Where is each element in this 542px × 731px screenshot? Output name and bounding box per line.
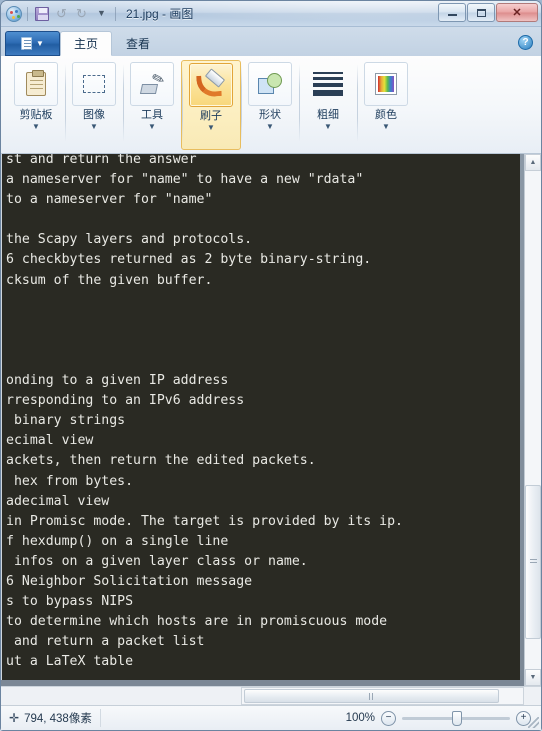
- ribbon-group-clipboard[interactable]: 剪贴板 ▼: [7, 60, 65, 148]
- chevron-down-icon[interactable]: ▼: [266, 123, 274, 131]
- chevron-down-icon[interactable]: ▼: [90, 123, 98, 131]
- clipboard-icon[interactable]: [14, 62, 58, 106]
- horizontal-scroll-thumb[interactable]: [244, 689, 499, 703]
- vertical-scroll-track[interactable]: [525, 171, 541, 669]
- zoom-slider-thumb[interactable]: [452, 710, 462, 726]
- ribbon-group-size-label: 粗细: [317, 109, 339, 121]
- help-icon[interactable]: ?: [518, 35, 533, 50]
- ribbon-group-brushes[interactable]: 刷子 ▼: [181, 60, 241, 150]
- ribbon-group-tools[interactable]: 工具 ▼: [123, 60, 181, 148]
- qat-divider: [27, 6, 28, 21]
- undo-arrow-icon[interactable]: ↺: [53, 5, 70, 22]
- zoom-level-label: 100%: [345, 712, 375, 724]
- chevron-down-icon[interactable]: ▼: [32, 123, 40, 131]
- chevron-down-icon[interactable]: ▼: [93, 5, 110, 22]
- ribbon-group-size[interactable]: 粗细 ▼: [299, 60, 357, 148]
- horizontal-scrollbar[interactable]: [241, 687, 524, 705]
- redo-arrow-icon[interactable]: ↻: [73, 5, 90, 22]
- title-bar: ↺ ↻ ▼ 21.jpg - 画图 ✕: [1, 1, 541, 27]
- line-thickness-icon[interactable]: [306, 62, 350, 106]
- ribbon-group-shapes[interactable]: 形状 ▼: [241, 60, 299, 148]
- file-menu-icon: [21, 37, 33, 50]
- qat-divider-2: [115, 6, 116, 21]
- ribbon-group-image[interactable]: 图像 ▼: [65, 60, 123, 148]
- horizontal-scrollbar-row: [1, 686, 541, 705]
- color-palette-icon[interactable]: [364, 62, 408, 106]
- tab-view[interactable]: 查看: [112, 31, 164, 56]
- status-bar: ✛ 794, 438像素 100% − +: [1, 705, 541, 730]
- floppy-disk-icon[interactable]: [33, 5, 50, 22]
- resize-grip[interactable]: [528, 717, 539, 728]
- chevron-down-icon[interactable]: ▼: [148, 123, 156, 131]
- paintbrush-icon[interactable]: [189, 63, 233, 107]
- tab-view-label: 查看: [126, 37, 151, 51]
- chevron-down-icon[interactable]: ▼: [382, 123, 390, 131]
- ribbon-group-tools-label: 工具: [141, 109, 163, 121]
- minimize-button[interactable]: [438, 3, 466, 22]
- tab-home-label: 主页: [74, 37, 99, 51]
- file-menu-button[interactable]: ▼: [5, 31, 60, 56]
- maximize-button[interactable]: [467, 3, 495, 22]
- status-divider: [99, 709, 101, 727]
- tab-home[interactable]: 主页: [60, 31, 113, 56]
- window-controls: ✕: [438, 3, 538, 22]
- paint-window: ↺ ↻ ▼ 21.jpg - 画图 ✕ ▼ 主页 查看 ? 剪贴板 ▼ 图像 ▼…: [0, 0, 542, 731]
- selection-rectangle-icon[interactable]: [72, 62, 116, 106]
- chevron-down-icon: ▼: [36, 39, 44, 48]
- close-button[interactable]: ✕: [496, 3, 538, 22]
- scrollbar-spacer: [1, 687, 241, 705]
- zoom-controls: 100% − +: [345, 710, 541, 726]
- ribbon-panel: 剪贴板 ▼ 图像 ▼ 工具 ▼ 刷子 ▼ 形状 ▼ 粗细: [1, 56, 541, 154]
- ribbon-group-clipboard-label: 剪贴板: [19, 109, 53, 121]
- scroll-up-button[interactable]: ▲: [525, 154, 541, 171]
- zoom-slider-track[interactable]: [402, 710, 510, 726]
- image-canvas[interactable]: st and return the answer a nameserver fo…: [1, 154, 520, 680]
- ribbon-group-colors[interactable]: 颜色 ▼: [357, 60, 415, 148]
- work-area: st and return the answer a nameserver fo…: [1, 154, 541, 686]
- ribbon-group-image-label: 图像: [83, 109, 105, 121]
- move-cursor-icon: ✛: [9, 711, 20, 725]
- window-title: 21.jpg - 画图: [126, 7, 194, 21]
- ribbon-group-shapes-label: 形状: [259, 109, 281, 121]
- chevron-down-icon[interactable]: ▼: [324, 123, 332, 131]
- chevron-down-icon[interactable]: ▼: [207, 124, 215, 132]
- image-dimensions-label: 794, 438像素: [24, 713, 92, 725]
- image-dimensions-cell: ✛ 794, 438像素: [1, 706, 100, 730]
- vertical-scroll-thumb[interactable]: [525, 484, 541, 640]
- quick-access-toolbar: ↺ ↻ ▼: [1, 5, 118, 22]
- terminal-text-content: st and return the answer a nameserver fo…: [6, 154, 403, 670]
- shapes-icon[interactable]: [248, 62, 292, 106]
- scroll-down-button[interactable]: ▼: [525, 669, 541, 686]
- vertical-scrollbar[interactable]: ▲ ▼: [524, 154, 541, 686]
- paint-app-icon: [5, 5, 22, 22]
- ribbon-tab-bar: ▼ 主页 查看 ?: [1, 27, 541, 56]
- ribbon-group-brushes-label: 刷子: [200, 110, 222, 122]
- pencil-tools-icon[interactable]: [130, 62, 174, 106]
- scrollbar-corner: [524, 687, 541, 705]
- ribbon-group-colors-label: 颜色: [375, 109, 397, 121]
- canvas-viewport[interactable]: st and return the answer a nameserver fo…: [1, 154, 524, 686]
- zoom-out-button[interactable]: −: [381, 710, 396, 726]
